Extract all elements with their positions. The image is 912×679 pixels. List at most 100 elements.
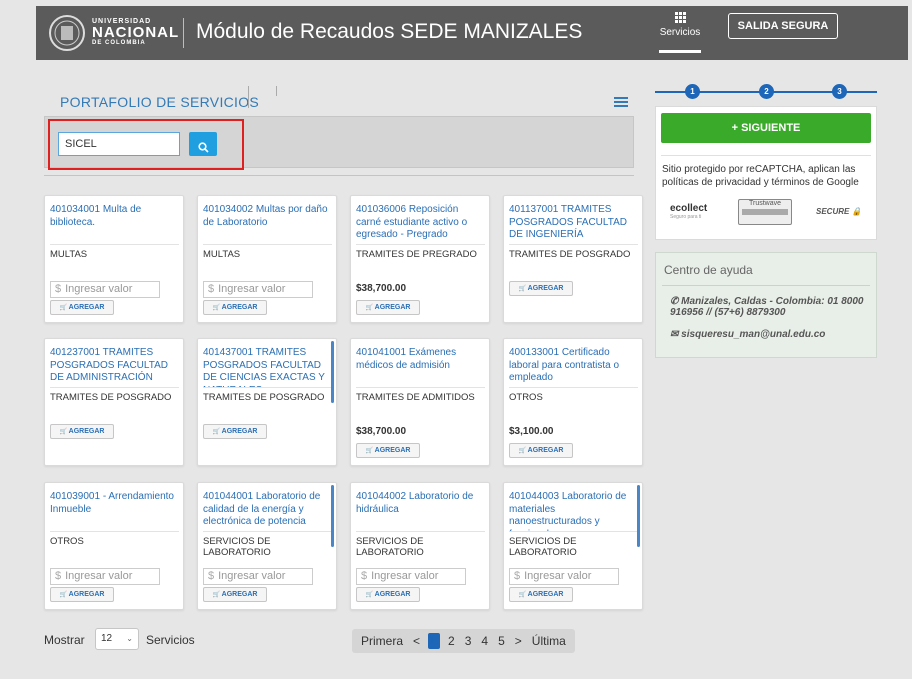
card-divider: [50, 531, 179, 532]
service-title-link[interactable]: 400133001 Certificado laboral para contr…: [509, 347, 636, 387]
page-3[interactable]: 3: [460, 634, 477, 648]
service-category: TRAMITES DE POSGRADO: [50, 392, 172, 403]
header-divider: [183, 18, 184, 48]
service-title-link[interactable]: 401034001 Multa de biblioteca.: [50, 204, 177, 244]
cart-icon: 🛒: [518, 448, 528, 454]
add-label: AGREGAR: [527, 591, 564, 598]
service-category: TRAMITES DE POSGRADO: [203, 392, 325, 403]
add-to-cart-button[interactable]: 🛒 AGREGAR: [50, 587, 114, 602]
add-to-cart-button[interactable]: 🛒 AGREGAR: [203, 587, 267, 602]
value-input[interactable]: $ Ingresar valor: [509, 568, 619, 585]
grid-icon: [674, 12, 686, 23]
add-to-cart-button[interactable]: 🛒 AGREGAR: [203, 300, 267, 315]
value-input[interactable]: $ Ingresar valor: [50, 281, 160, 298]
pagination: Primera < 1 2 3 4 5 > Última: [352, 629, 575, 653]
card-scrollbar[interactable]: [637, 485, 640, 547]
card-divider: [356, 244, 485, 245]
page-4[interactable]: 4: [476, 634, 493, 648]
secure-label: SECURE: [816, 207, 850, 216]
add-to-cart-button[interactable]: 🛒 AGREGAR: [356, 443, 420, 458]
card-scrollbar[interactable]: [331, 485, 334, 547]
help-email[interactable]: ✉ sisqueresu_man@unal.edu.co: [670, 329, 825, 340]
add-to-cart-button[interactable]: 🛒 AGREGAR: [50, 300, 114, 315]
card-divider: [509, 387, 638, 388]
page-current[interactable]: 1: [428, 633, 441, 649]
service-title-link[interactable]: 401034002 Multas por daño de Laboratorio: [203, 204, 330, 244]
service-card: 400133001 Certificado laboral para contr…: [503, 338, 643, 466]
card-divider: [356, 531, 485, 532]
value-input[interactable]: $ Ingresar valor: [50, 568, 160, 585]
add-to-cart-button[interactable]: 🛒 AGREGAR: [509, 281, 573, 296]
add-to-cart-button[interactable]: 🛒 AGREGAR: [356, 300, 420, 315]
service-title-link[interactable]: 401044003 Laboratorio de materiales nano…: [509, 491, 636, 531]
dollar-icon: $: [514, 570, 521, 582]
cart-icon: 🛒: [59, 429, 69, 435]
service-title-link[interactable]: 401039001 - Arrendamiento Inmueble: [50, 491, 177, 531]
cart-icon: 🛒: [365, 448, 375, 454]
page-size-select[interactable]: 12 ⌄: [95, 628, 139, 650]
services-menu[interactable]: Servicios: [655, 10, 705, 53]
service-category: TRAMITES DE POSGRADO: [509, 249, 631, 260]
ecollect-tagline: Seguro para ti: [670, 214, 702, 220]
page-first[interactable]: Primera: [356, 634, 408, 648]
service-title-link[interactable]: 401044001 Laboratorio de calidad de la e…: [203, 491, 330, 531]
cart-icon: 🛒: [365, 592, 375, 598]
service-title-link[interactable]: 401041001 Exámenes médicos de admisión: [356, 347, 483, 387]
add-label: AGREGAR: [221, 591, 258, 598]
service-card: 401137001 TRÁMITES POSGRADOS FACULTAD DE…: [503, 195, 643, 323]
value-input[interactable]: $ Ingresar valor: [356, 568, 466, 585]
ecollect-logo: ecollect Seguro para ti: [670, 203, 707, 220]
secure-badge: SECURE 🔒: [816, 207, 862, 216]
page-5[interactable]: 5: [493, 634, 510, 648]
service-card: 401041001 Exámenes médicos de admisión TR…: [350, 338, 490, 466]
recaptcha-notice: Sitio protegido por reCAPTCHA, aplican l…: [662, 164, 859, 188]
step-1: 1: [685, 84, 700, 99]
add-to-cart-button[interactable]: 🛒 AGREGAR: [50, 424, 114, 439]
service-title-link[interactable]: 401237001 TRÁMITES POSGRADOS FACULTAD DE…: [50, 347, 177, 387]
cart-icon: 🛒: [212, 429, 222, 435]
service-title-link[interactable]: 401044002 Laboratorio de hidráulica: [356, 491, 483, 531]
add-to-cart-button[interactable]: 🛒 AGREGAR: [356, 587, 420, 602]
ecollect-label: ecollect: [670, 203, 708, 214]
page-next[interactable]: >: [510, 634, 527, 648]
service-category: SERVICIOS DE LABORATORIO: [203, 536, 271, 558]
value-input[interactable]: $ Ingresar valor: [203, 568, 313, 585]
page-prev[interactable]: <: [408, 634, 425, 648]
service-title-link[interactable]: 401036006 Reposición carné estudiante ac…: [356, 204, 483, 244]
add-label: AGREGAR: [374, 304, 411, 311]
service-card: 401034001 Multa de biblioteca. MULTAS $ Ing…: [44, 195, 184, 323]
value-placeholder: Ingresar valor: [524, 570, 592, 582]
page-2[interactable]: 2: [443, 634, 460, 648]
cart-icon: 🛒: [518, 286, 528, 292]
card-divider: [509, 244, 638, 245]
service-title-link[interactable]: 401437001 TRÁMITES POSGRADOS FACULTAD DE…: [203, 347, 330, 387]
next-button[interactable]: + SIGUIENTE: [661, 113, 871, 143]
value-input[interactable]: $ Ingresar valor: [203, 281, 313, 298]
value-placeholder: Ingresar valor: [218, 570, 286, 582]
dollar-icon: $: [208, 283, 215, 295]
add-to-cart-button[interactable]: 🛒 AGREGAR: [509, 587, 573, 602]
add-to-cart-button[interactable]: 🛒 AGREGAR: [509, 443, 573, 458]
step-indicator: 1 2 3: [655, 84, 877, 100]
trustwave-badge[interactable]: Trustwave: [738, 199, 792, 225]
logout-button[interactable]: SALIDA SEGURA: [728, 13, 838, 39]
trustwave-bar: [742, 209, 788, 215]
university-line2: NACIONAL: [92, 24, 180, 41]
help-center: Centro de ayuda ✆ Manizales, Caldas - Co…: [655, 252, 877, 358]
card-divider: [50, 244, 179, 245]
service-card: 401034002 Multas por daño de Laboratorio…: [197, 195, 337, 323]
add-to-cart-button[interactable]: 🛒 AGREGAR: [203, 424, 267, 439]
tab-portfolio[interactable]: PORTAFOLIO DE SERVICIOS: [60, 94, 259, 110]
tab-divider-2: [276, 86, 277, 96]
service-category: SERVICIOS DE LABORATORIO: [356, 536, 424, 558]
service-title-link[interactable]: 401137001 TRÁMITES POSGRADOS FACULTAD DE…: [509, 204, 636, 244]
checkout-box: + SIGUIENTE Sitio protegido por reCAPTCH…: [655, 106, 877, 240]
add-label: AGREGAR: [68, 428, 105, 435]
dollar-icon: $: [55, 570, 62, 582]
card-divider: [50, 387, 179, 388]
dollar-icon: $: [361, 570, 368, 582]
list-view-icon[interactable]: [614, 97, 628, 107]
add-label: AGREGAR: [527, 285, 564, 292]
page-last[interactable]: Última: [527, 634, 571, 648]
card-scrollbar[interactable]: [331, 341, 334, 403]
